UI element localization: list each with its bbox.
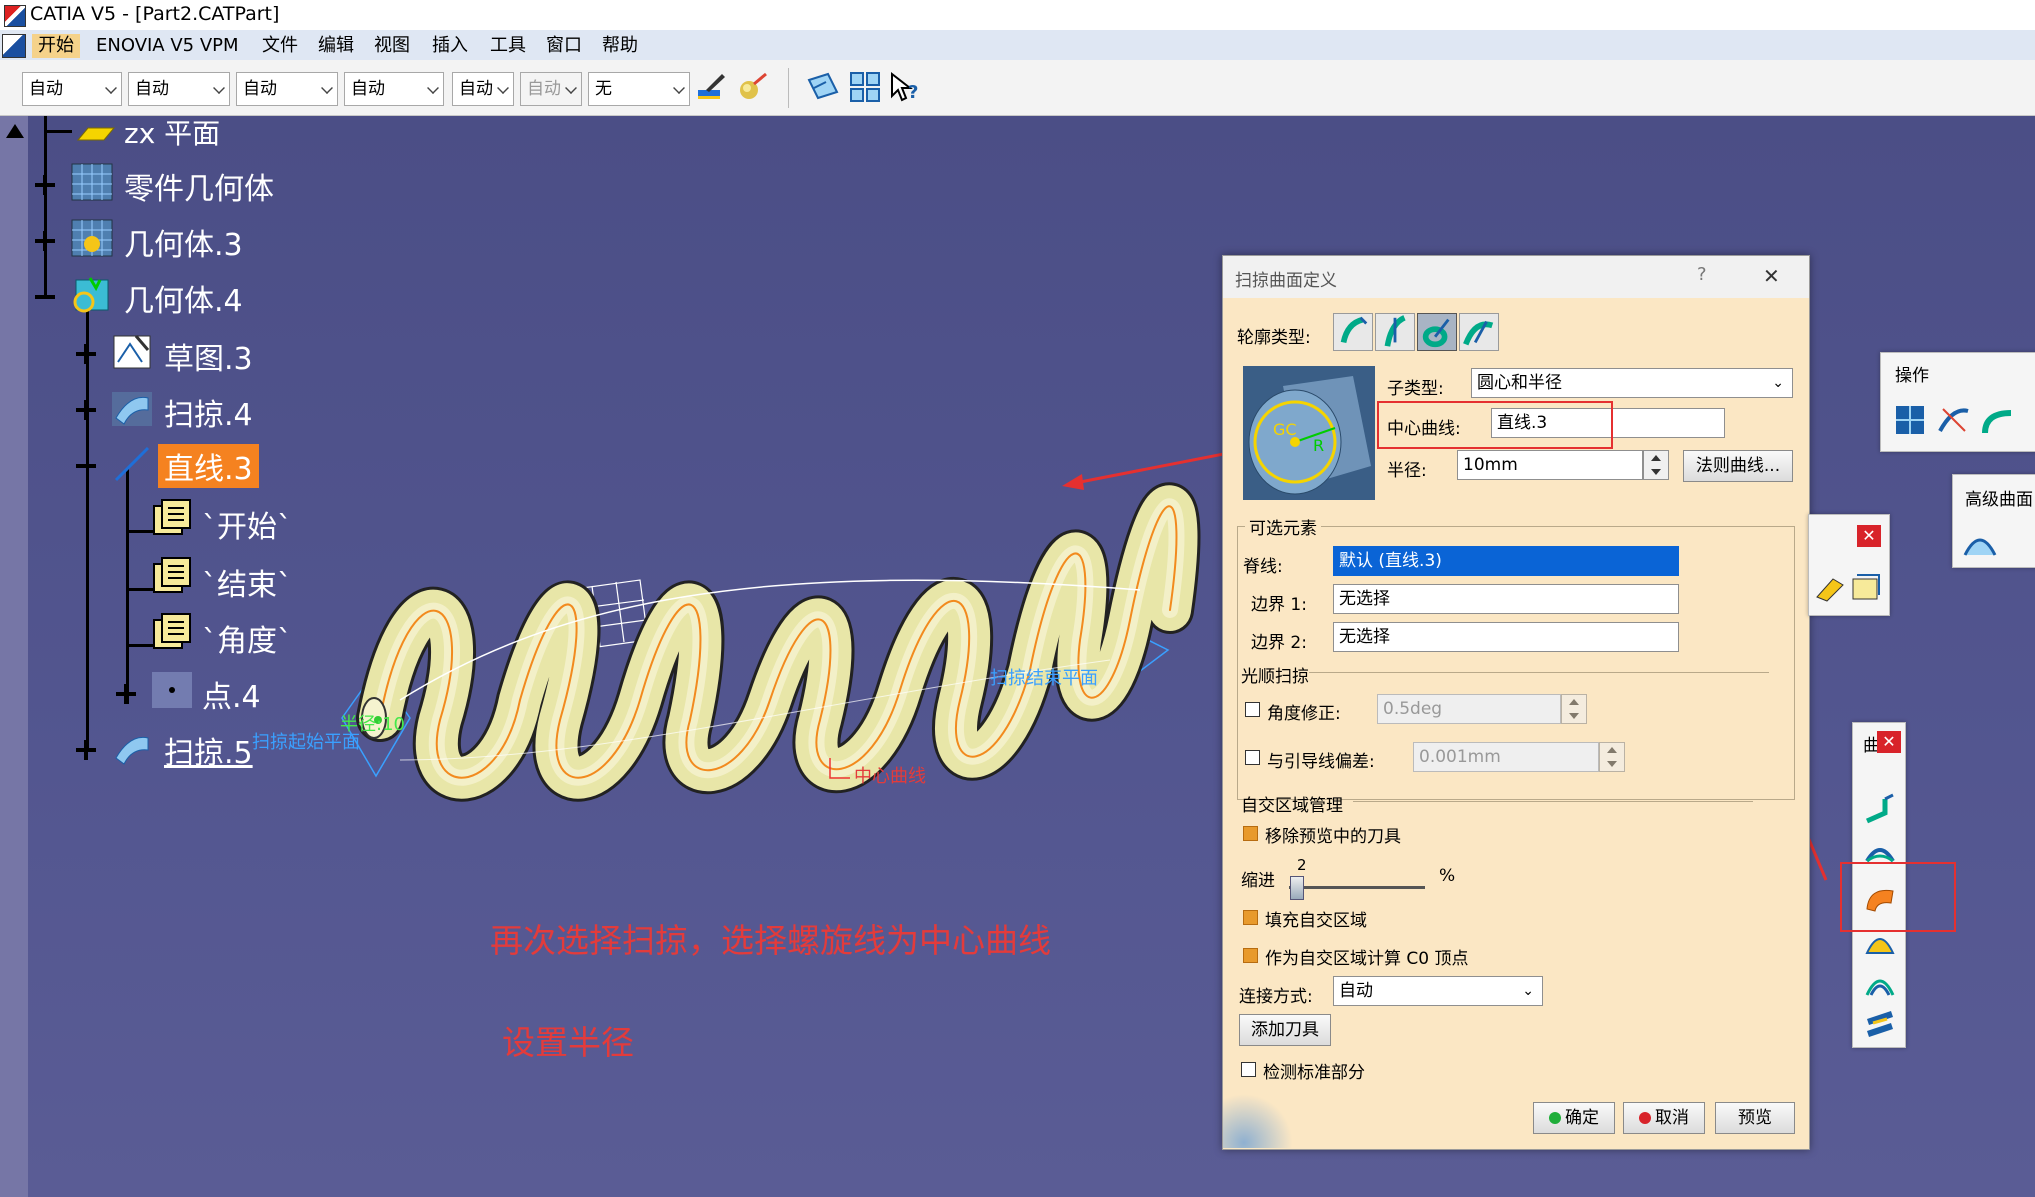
boundary2-field[interactable]: 无选择 bbox=[1333, 622, 1679, 652]
split-icon[interactable] bbox=[1937, 403, 1971, 437]
c0-checkbox[interactable] bbox=[1243, 948, 1258, 963]
extrude-surface-icon[interactable] bbox=[1863, 793, 1897, 827]
connect-select[interactable]: 自动 ⌄ bbox=[1333, 976, 1543, 1006]
dialog-title: 扫掠曲面定义 bbox=[1235, 271, 1337, 291]
subtype-select[interactable]: 圆心和半径 ⌄ bbox=[1471, 368, 1793, 398]
spine-label: 脊线: bbox=[1243, 557, 1283, 577]
angle-fix-spinner bbox=[1561, 694, 1587, 724]
indent-slider-track[interactable] bbox=[1289, 886, 1425, 889]
detect-checkbox[interactable] bbox=[1241, 1062, 1256, 1077]
profile-line-icon[interactable] bbox=[1375, 313, 1415, 351]
angle-fix-checkbox[interactable] bbox=[1245, 702, 1260, 717]
boundary1-label: 边界 1: bbox=[1251, 595, 1307, 615]
operations-palette: 操作 bbox=[1880, 352, 2035, 452]
indent-unit: % bbox=[1439, 866, 1456, 886]
subtype-preview-image: GC R bbox=[1243, 366, 1375, 500]
fill-label: 填充自交区域 bbox=[1265, 911, 1367, 931]
profile-circle-icon[interactable] bbox=[1417, 313, 1457, 351]
join-icon[interactable] bbox=[1893, 403, 1927, 437]
close-button[interactable]: ✕ bbox=[1763, 264, 1780, 288]
dialog-corner-decoration bbox=[1223, 1094, 1293, 1148]
indent-slider-thumb[interactable] bbox=[1289, 876, 1304, 900]
fillet-icon[interactable] bbox=[1981, 403, 2015, 437]
highlight-box bbox=[1377, 401, 1613, 449]
bump-icon[interactable] bbox=[1963, 525, 1997, 559]
help-button[interactable]: ? bbox=[1697, 264, 1707, 285]
detect-label: 检测标准部分 bbox=[1263, 1063, 1365, 1083]
cancel-button[interactable]: 取消 bbox=[1623, 1102, 1705, 1134]
deviation-label: 与引导线偏差: bbox=[1267, 752, 1375, 772]
deviation-spinner bbox=[1599, 742, 1625, 772]
sweep-surface-dialog: 扫掠曲面定义 ? ✕ 轮廓类型: GC R 子类型: 圆心和半径 ⌄ 中心曲线: … bbox=[1222, 255, 1810, 1150]
r-label: R bbox=[1313, 436, 1325, 455]
offset-icon[interactable] bbox=[1849, 569, 1883, 603]
remove-preview-checkbox[interactable] bbox=[1243, 826, 1258, 841]
remove-preview-label: 移除预览中的刀具 bbox=[1265, 827, 1401, 847]
deviation-field: 0.001mm bbox=[1413, 742, 1599, 772]
advanced-surface-title: 高级曲面 bbox=[1965, 490, 2033, 510]
blend-icon[interactable] bbox=[1863, 1007, 1897, 1041]
divider bbox=[1309, 672, 1769, 673]
advanced-surface-palette: 高级曲面 bbox=[1952, 474, 2035, 568]
deviation-checkbox[interactable] bbox=[1245, 750, 1260, 765]
ok-button[interactable]: 确定 bbox=[1533, 1102, 1615, 1134]
indent-label: 缩进 bbox=[1241, 871, 1275, 891]
subtype-label: 子类型: bbox=[1387, 379, 1444, 399]
close-icon[interactable]: ✕ bbox=[1877, 731, 1901, 753]
angle-fix-label: 角度修正: bbox=[1267, 704, 1341, 724]
radius-spinner[interactable] bbox=[1643, 450, 1669, 480]
radius-field[interactable]: 10mm bbox=[1457, 450, 1643, 480]
angle-fix-field: 0.5deg bbox=[1377, 694, 1561, 724]
highlight-box bbox=[1840, 862, 1956, 932]
boundary1-field[interactable]: 无选择 bbox=[1333, 584, 1679, 614]
gc-label: GC bbox=[1273, 420, 1297, 439]
add-tool-button[interactable]: 添加刀具 bbox=[1239, 1014, 1331, 1046]
operations-palette-title: 操作 bbox=[1895, 366, 1929, 386]
extrude-icon[interactable] bbox=[1813, 569, 1847, 603]
sub-palette: ✕ bbox=[1808, 514, 1890, 616]
spine-field[interactable]: 默认 (直线.3) bbox=[1333, 546, 1679, 576]
close-icon[interactable]: ✕ bbox=[1857, 525, 1881, 547]
preview-button[interactable]: 预览 bbox=[1715, 1102, 1795, 1134]
dialog-titlebar[interactable]: 扫掠曲面定义 ? ✕ bbox=[1223, 256, 1809, 298]
smooth-group-label: 光顺扫掠 bbox=[1241, 667, 1309, 687]
multi-section-icon[interactable] bbox=[1863, 967, 1897, 1001]
c0-label: 作为自交区域计算 C0 顶点 bbox=[1265, 949, 1469, 969]
optional-group-label: 可选元素 bbox=[1245, 514, 1321, 539]
profile-conic-icon[interactable] bbox=[1459, 313, 1499, 351]
cancel-icon bbox=[1639, 1112, 1651, 1124]
self-intersect-group-label: 自交区域管理 bbox=[1241, 796, 1343, 816]
profile-explicit-icon[interactable] bbox=[1333, 313, 1373, 351]
ok-icon bbox=[1549, 1112, 1561, 1124]
connect-label: 连接方式: bbox=[1239, 987, 1313, 1007]
boundary2-label: 边界 2: bbox=[1251, 633, 1307, 653]
profile-type-label: 轮廓类型: bbox=[1237, 328, 1311, 348]
radius-label: 半径: bbox=[1387, 461, 1427, 481]
divider bbox=[1353, 801, 1753, 802]
law-curve-button[interactable]: 法则曲线... bbox=[1683, 450, 1793, 482]
fill-checkbox[interactable] bbox=[1243, 910, 1258, 925]
indent-value: 2 bbox=[1297, 856, 1307, 874]
